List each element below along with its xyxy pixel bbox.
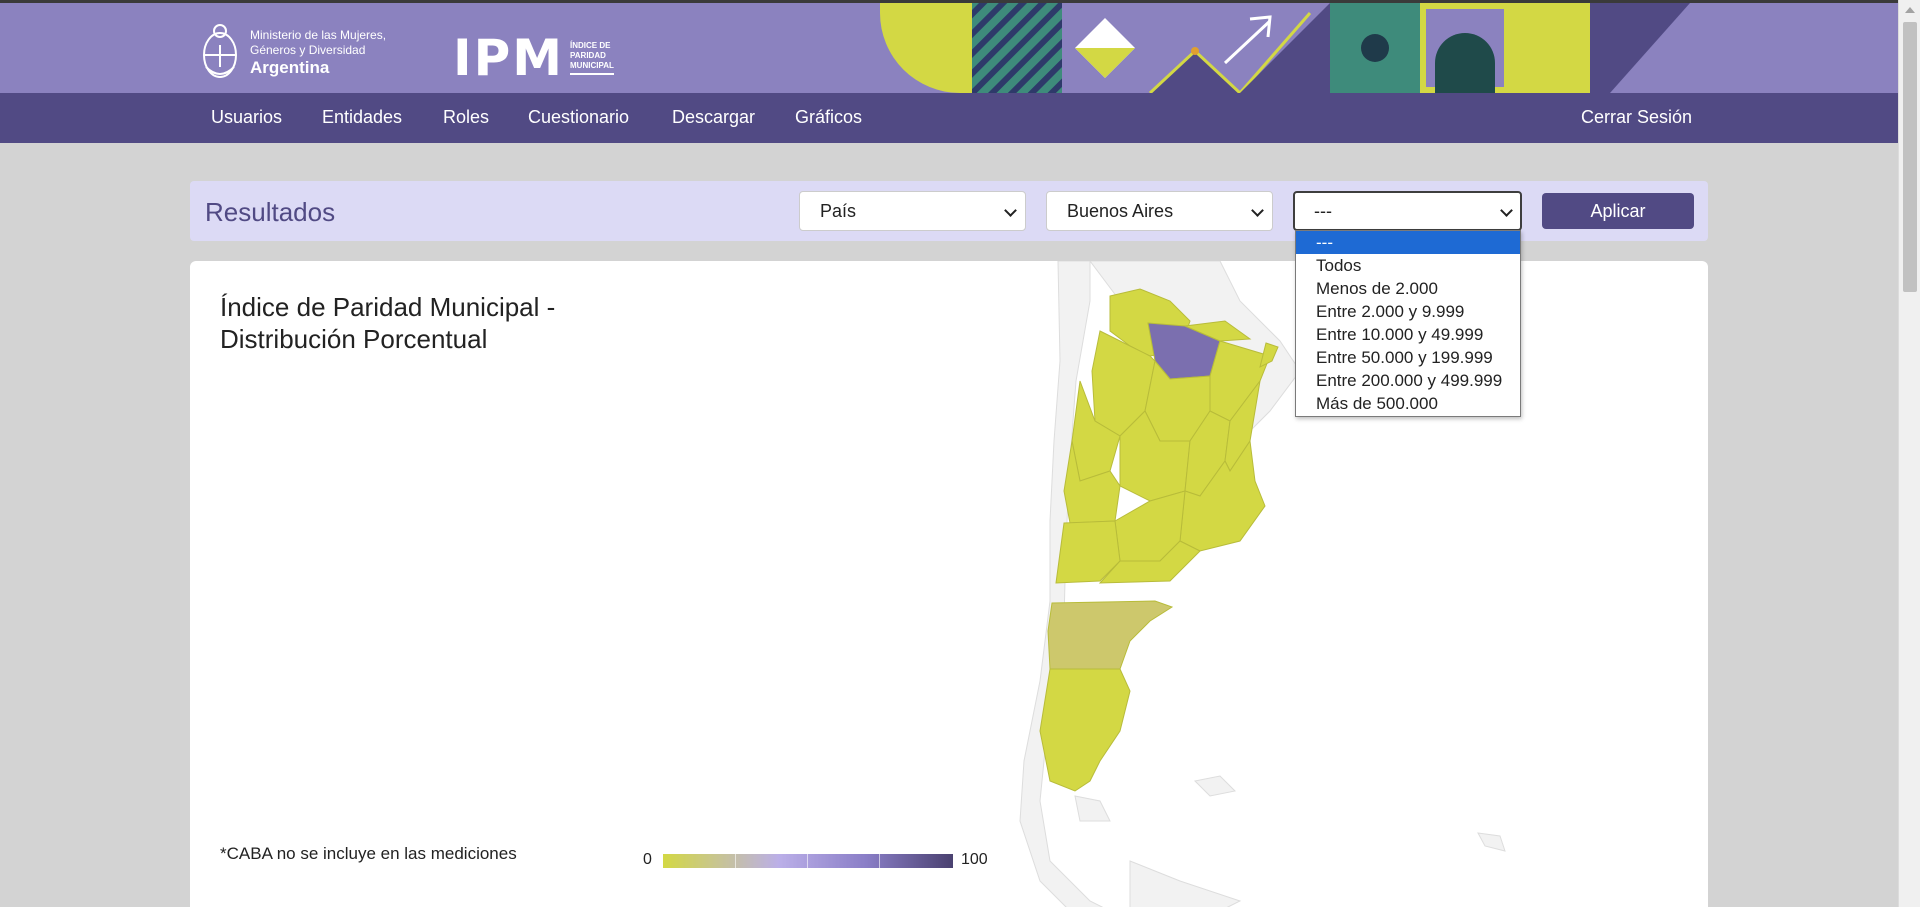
population-option-2000-9999[interactable]: Entre 2.000 y 9.999: [1296, 300, 1520, 323]
population-option-todos[interactable]: Todos: [1296, 254, 1520, 277]
nav-item-roles[interactable]: Roles: [443, 107, 489, 128]
header-decoration: [880, 3, 1690, 93]
population-select[interactable]: ---: [1293, 191, 1522, 231]
results-title: Resultados: [205, 197, 336, 227]
chevron-down-icon: [1500, 204, 1513, 217]
province-select-value: Buenos Aires: [1067, 201, 1174, 221]
ipm-sub-1: ÍNDICE DE: [570, 41, 611, 50]
province-chubut[interactable]: [1047, 600, 1174, 670]
population-option-gt-500000[interactable]: Más de 500.000: [1296, 392, 1520, 415]
legend-gradient-bar: [663, 854, 953, 868]
legend-tick: [879, 854, 880, 868]
nav-item-usuarios[interactable]: Usuarios: [211, 107, 282, 128]
neighbor-region-south: [1129, 860, 1242, 907]
argentina-shield-icon: [203, 24, 237, 78]
ministry-name: Ministerio de las Mujeres, Géneros y Div…: [250, 28, 386, 78]
scroll-up-icon[interactable]: [1905, 7, 1915, 13]
population-option-lt-2000[interactable]: Menos de 2.000: [1296, 277, 1520, 300]
province-santa-cruz[interactable]: [1039, 668, 1131, 792]
nav-item-descargar[interactable]: Descargar: [672, 107, 755, 128]
islands-georgias: [1477, 832, 1506, 852]
ipm-subtitle: ÍNDICE DE PARIDAD MUNICIPAL: [570, 41, 614, 75]
ipm-brand[interactable]: IPM ÍNDICE DE PARIDAD MUNICIPAL: [453, 33, 614, 83]
nav-item-entidades[interactable]: Entidades: [322, 107, 402, 128]
islands-malvinas: [1193, 775, 1237, 797]
chart-title: Índice de Paridad Municipal - Distribuci…: [220, 292, 556, 354]
level-select-value: País: [820, 201, 857, 221]
logout-link[interactable]: Cerrar Sesión: [1581, 107, 1692, 128]
province-select[interactable]: Buenos Aires: [1046, 191, 1273, 231]
apply-button[interactable]: Aplicar: [1542, 193, 1694, 229]
nav-item-graficos[interactable]: Gráficos: [795, 107, 862, 128]
chevron-down-icon: [1251, 204, 1264, 217]
ipm-sub-3: MUNICIPAL: [570, 61, 614, 70]
ipm-logo: IPM: [453, 29, 565, 87]
nav-item-cuestionario[interactable]: Cuestionario: [528, 107, 629, 128]
ministry-line-1: Ministerio de las Mujeres,: [250, 28, 387, 42]
population-option-50000-199999[interactable]: Entre 50.000 y 199.999: [1296, 346, 1520, 369]
chevron-down-icon: [1004, 204, 1017, 217]
ministry-line-2: Géneros y Diversidad: [250, 43, 366, 57]
caba-note: *CABA no se incluye en las mediciones: [220, 844, 517, 863]
legend-max-label: 100: [961, 851, 988, 868]
legend-min-label: 0: [643, 851, 652, 868]
main-nav: Usuarios Entidades Roles Cuestionario De…: [0, 93, 1898, 143]
country-name: Argentina: [250, 58, 330, 77]
ministry-brand[interactable]: Ministerio de las Mujeres, Géneros y Div…: [198, 21, 386, 85]
population-dropdown-list: --- Todos Menos de 2.000 Entre 2.000 y 9…: [1295, 230, 1521, 417]
population-option-200000-499999[interactable]: Entre 200.000 y 499.999: [1296, 369, 1520, 392]
population-option-none[interactable]: ---: [1296, 231, 1520, 254]
population-option-10000-49999[interactable]: Entre 10.000 y 49.999: [1296, 323, 1520, 346]
province-tierra-del-fuego[interactable]: [1074, 795, 1111, 822]
legend-tick: [735, 854, 736, 868]
level-select[interactable]: País: [799, 191, 1026, 231]
ipm-sub-2: PARIDAD: [570, 51, 606, 60]
site-header: Ministerio de las Mujeres, Géneros y Div…: [0, 3, 1898, 93]
page-scrollbar[interactable]: [1898, 0, 1920, 907]
population-select-value: ---: [1314, 201, 1332, 221]
legend-tick: [807, 854, 808, 868]
scroll-thumb[interactable]: [1903, 22, 1917, 292]
